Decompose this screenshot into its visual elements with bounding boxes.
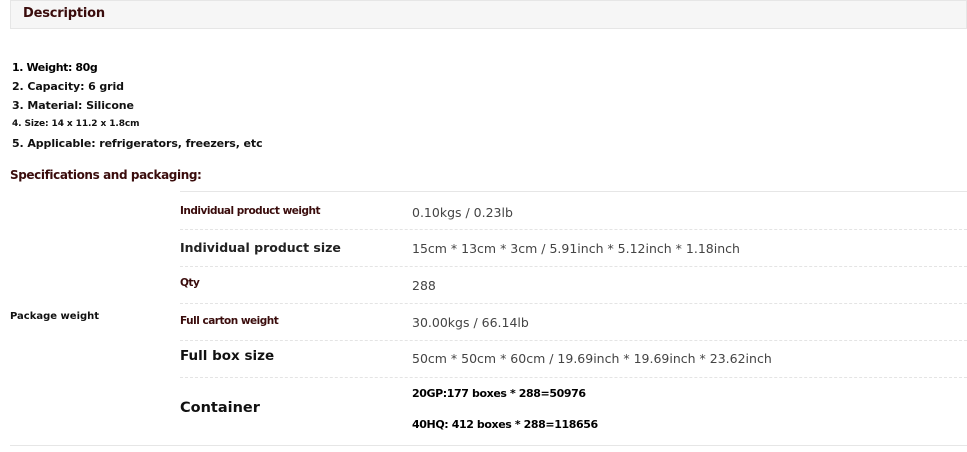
spec-key: Full box size xyxy=(180,348,275,364)
feature-applicable: 5. Applicable: refrigerators, freezers, … xyxy=(12,137,263,150)
spec-key: Container xyxy=(180,400,260,416)
spec-row-container: Container 20GP:177 boxes * 288=50976 40H… xyxy=(180,377,967,441)
feature-capacity: 2. Capacity: 6 grid xyxy=(12,80,124,93)
spec-row-qty: Qty 288 xyxy=(180,266,967,304)
container-40hq-value: 40HQ: 412 boxes * 288=118656 xyxy=(412,418,598,431)
spec-value: 30.00kgs / 66.14lb xyxy=(412,315,529,330)
spec-key: Individual product weight xyxy=(180,205,321,217)
spec-row-individual-weight: Individual product weight 0.10kgs / 0.23… xyxy=(180,191,967,230)
container-20gp-value: 20GP:177 boxes * 288=50976 xyxy=(412,387,586,400)
spec-row-box-size: Full box size 50cm * 50cm * 60cm / 19.69… xyxy=(180,340,967,378)
spec-key: Full carton weight xyxy=(180,315,279,327)
spec-row-individual-size: Individual product size 15cm * 13cm * 3c… xyxy=(180,229,967,267)
spec-key: Individual product size xyxy=(180,240,341,255)
spec-value: 50cm * 50cm * 60cm / 19.69inch * 19.69in… xyxy=(412,351,772,366)
spec-key: Qty xyxy=(180,277,200,289)
spec-value: 288 xyxy=(412,278,436,293)
description-header-bar: Description xyxy=(10,0,967,29)
feature-size: 4. Size: 14 x 11.2 x 1.8cm xyxy=(12,119,140,129)
feature-material: 3. Material: Silicone xyxy=(12,99,134,112)
spec-row-carton-weight: Full carton weight 30.00kgs / 66.14lb xyxy=(180,303,967,341)
specifications-heading: Specifications and packaging: xyxy=(10,168,202,182)
feature-weight: 1. Weight: 80g xyxy=(12,61,98,74)
table-bottom-divider xyxy=(10,445,967,446)
description-title: Description xyxy=(23,6,105,21)
spec-value: 15cm * 13cm * 3cm / 5.91inch * 5.12inch … xyxy=(412,241,740,256)
spec-value: 0.10kgs / 0.23lb xyxy=(412,205,513,220)
feature-list: 1. Weight: 80g 2. Capacity: 6 grid 3. Ma… xyxy=(12,58,263,153)
package-weight-group-label: Package weight xyxy=(10,311,100,322)
